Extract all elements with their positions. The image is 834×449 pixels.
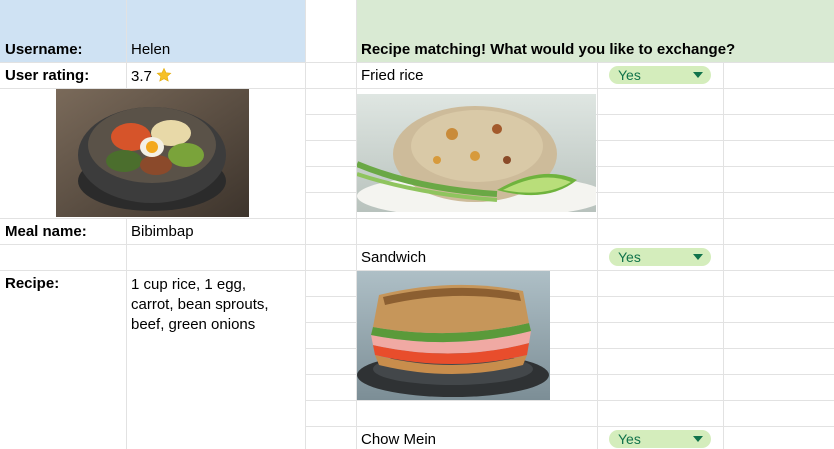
match-item-choice-dropdown[interactable]: Yes [609,248,711,266]
match-item-choice-dropdown[interactable]: Yes [609,66,711,84]
meal-name-label: Meal name: [5,223,87,240]
fried-rice-photo [357,94,596,212]
username-value[interactable]: Helen [131,41,170,59]
sandwich-photo [357,271,550,400]
recipe-line: carrot, bean sprouts, [131,296,269,313]
recipe-value[interactable]: 1 cup rice, 1 egg, carrot, bean sprouts,… [131,275,269,335]
username-label: Username: [5,41,83,58]
match-item-choice-dropdown[interactable]: Yes [609,430,711,448]
rating-number: 3.7 [131,68,152,85]
matching-header: Recipe matching! What would you like to … [361,41,736,58]
match-item-name[interactable]: Fried rice [361,67,424,85]
choice-label: Yes [618,431,641,447]
chevron-down-icon [693,254,703,260]
star-icon [156,67,172,82]
recipe-label: Recipe: [5,275,60,292]
choice-label: Yes [618,67,641,83]
match-item-name[interactable]: Sandwich [361,249,426,267]
bibimbap-photo [56,89,249,217]
user-rating-value[interactable]: 3.7 [131,67,172,86]
chevron-down-icon [693,72,703,78]
recipe-line: beef, green onions [131,316,256,333]
user-rating-label: User rating: [5,67,90,84]
meal-name-value[interactable]: Bibimbap [131,223,194,241]
match-item-name[interactable]: Chow Mein [361,431,436,449]
choice-label: Yes [618,249,641,265]
chevron-down-icon [693,436,703,442]
recipe-line: 1 cup rice, 1 egg, [131,276,247,293]
